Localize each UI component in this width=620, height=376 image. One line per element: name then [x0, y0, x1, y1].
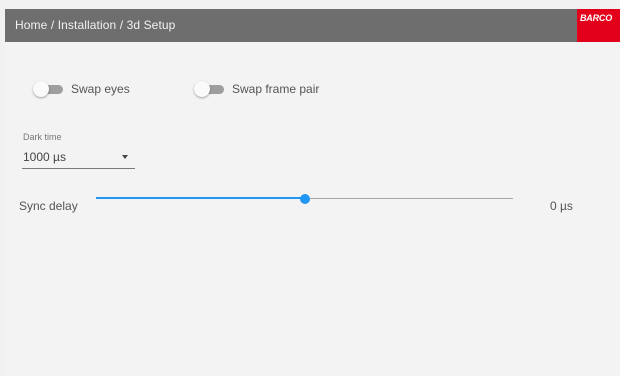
- header-bar: Home / Installation / 3d Setup BARCO: [5, 9, 620, 42]
- swap-frame-pair-toggle[interactable]: Swap frame pair: [194, 80, 320, 97]
- swap-eyes-label: Swap eyes: [71, 82, 130, 96]
- toggle-thumb[interactable]: [33, 80, 49, 97]
- slider-handle[interactable]: [299, 194, 310, 204]
- dark-time-value[interactable]: 1000 µs: [23, 150, 66, 164]
- sync-delay-label: Sync delay: [19, 199, 78, 213]
- toggle-track[interactable]: [33, 80, 63, 97]
- sync-delay-slider[interactable]: [96, 191, 513, 207]
- breadcrumb[interactable]: Home / Installation / 3d Setup: [15, 18, 175, 32]
- swap-eyes-toggle[interactable]: Swap eyes: [33, 80, 130, 97]
- dark-time-select[interactable]: 1000 µs: [22, 147, 135, 169]
- toggle-thumb[interactable]: [194, 80, 210, 97]
- barco-logo: BARCO: [577, 9, 620, 42]
- toggle-track[interactable]: [194, 80, 224, 97]
- sync-delay-value: 0 µs: [550, 199, 573, 213]
- logo-text: BARCO: [580, 13, 612, 23]
- dark-time-caption: Dark time: [23, 132, 62, 142]
- slider-fill: [96, 197, 305, 199]
- swap-frame-pair-label: Swap frame pair: [232, 82, 320, 96]
- chevron-down-icon[interactable]: [122, 155, 128, 159]
